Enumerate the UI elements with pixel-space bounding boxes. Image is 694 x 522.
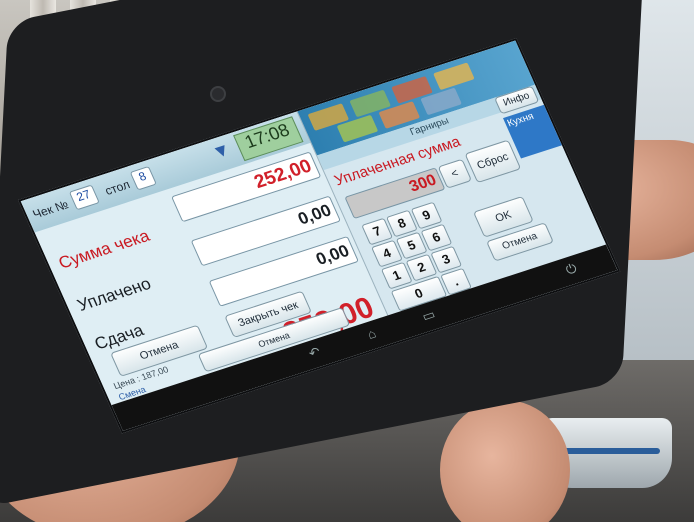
- table-number-field[interactable]: 8: [129, 165, 157, 191]
- logo-icon: ▼: [208, 138, 234, 163]
- power-icon[interactable]: ⏻: [561, 260, 582, 278]
- reset-button[interactable]: Сброс: [464, 139, 522, 184]
- sum-label: Сумма чека: [55, 226, 153, 273]
- check-number-field[interactable]: 27: [68, 184, 100, 211]
- recent-apps-icon[interactable]: ▭: [418, 306, 439, 325]
- banknote-icon: [433, 62, 475, 91]
- table-label: стол: [102, 177, 133, 198]
- check-number-label: Чек №: [30, 197, 71, 222]
- camera-icon: [210, 86, 226, 102]
- back-icon[interactable]: ↶: [304, 344, 325, 362]
- paid-label: Уплачено: [74, 274, 154, 315]
- home-icon[interactable]: ⌂: [361, 325, 382, 343]
